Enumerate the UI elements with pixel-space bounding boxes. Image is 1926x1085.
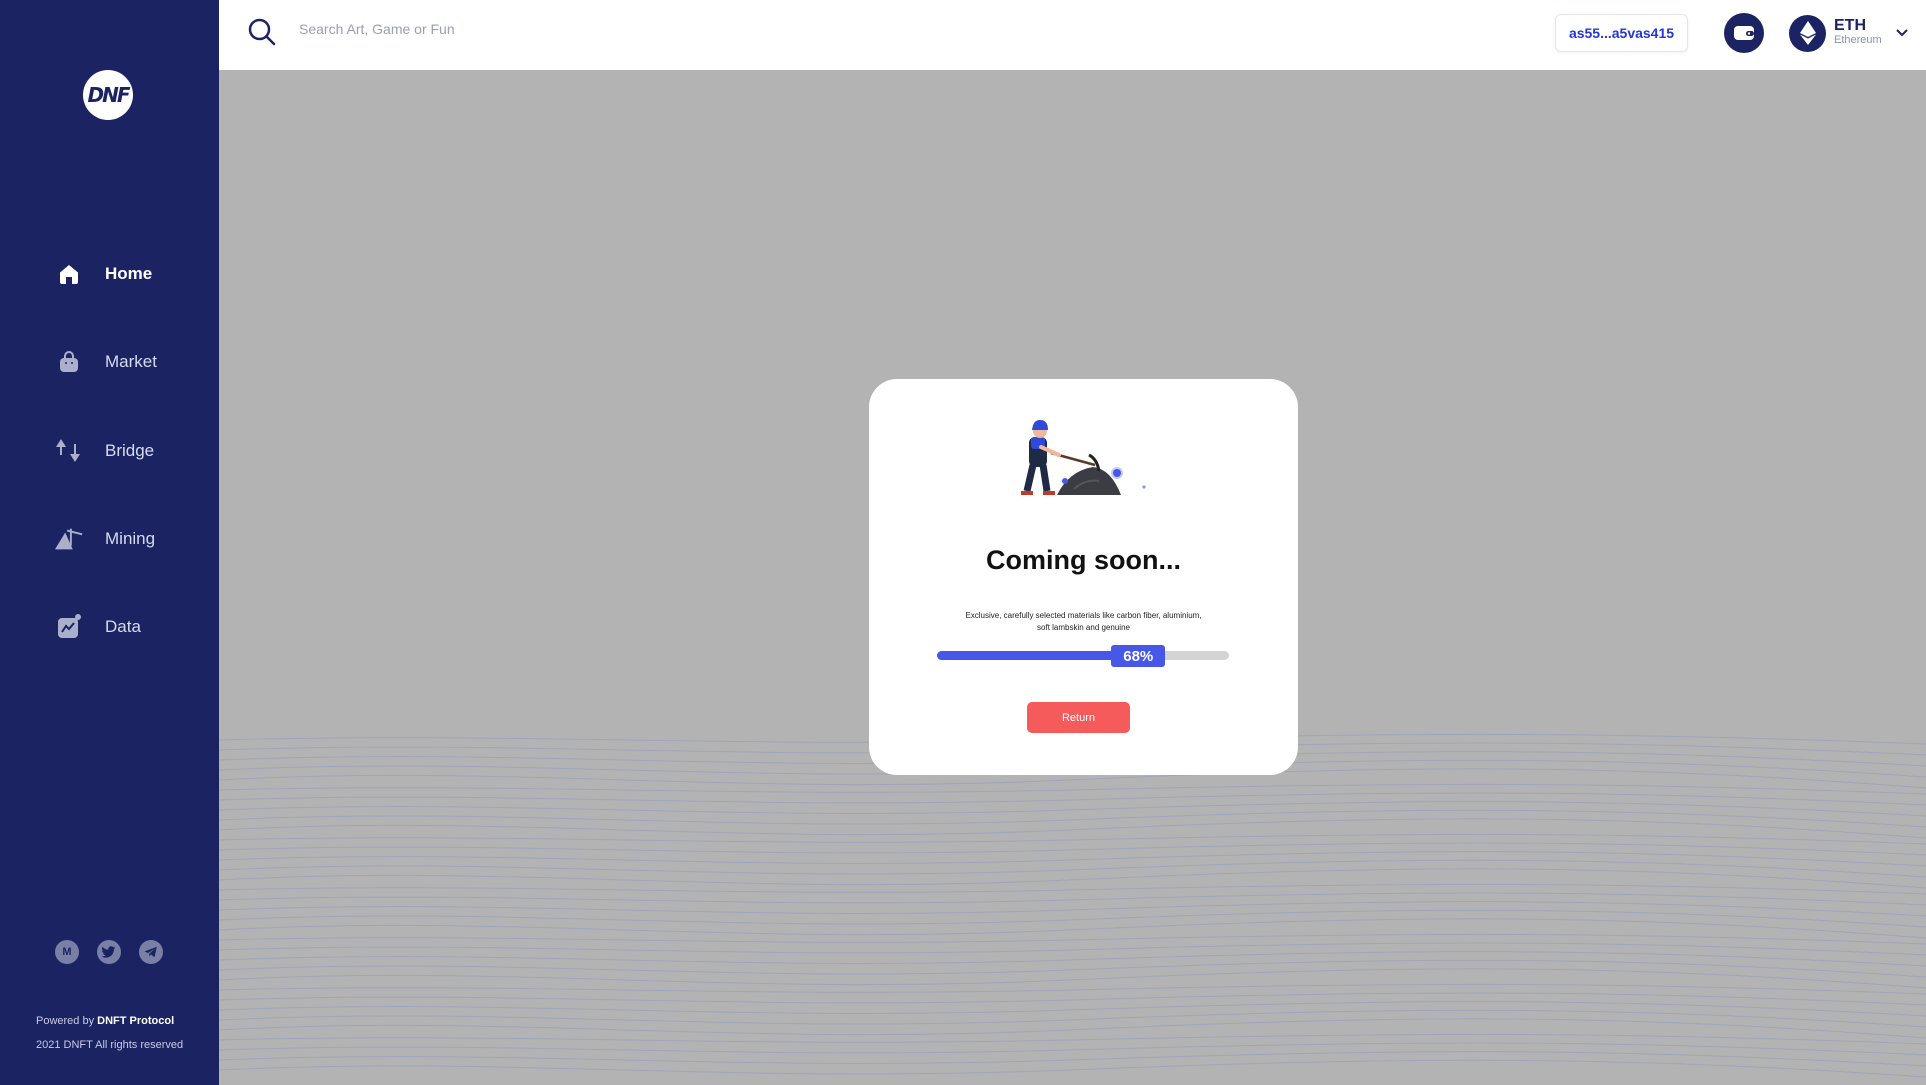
wave-line	[219, 842, 1926, 856]
sidebar-item-label: Data	[105, 617, 141, 636]
top-bar: as55...a5vas415 ETH Ethereum	[219, 0, 1926, 70]
wave-line	[219, 833, 1926, 845]
wave-lines-background	[219, 733, 1926, 1078]
wallet-icon[interactable]	[1724, 13, 1764, 53]
wave-line	[219, 918, 1926, 939]
wave-line	[219, 792, 1926, 806]
network-text: ETH Ethereum	[1834, 18, 1882, 48]
wave-line	[219, 818, 1926, 839]
mining-icon	[54, 524, 84, 554]
dnft-logo[interactable]: DNF	[83, 70, 133, 120]
wave-line	[219, 968, 1926, 989]
powered-prefix: Powered by	[36, 1015, 95, 1027]
home-icon	[54, 259, 84, 289]
main-content: Coming soon... Exclusive, carefully sele…	[219, 70, 1926, 1085]
sidebar-item-market[interactable]: Market	[54, 347, 157, 377]
wave-line	[219, 868, 1926, 889]
modal-title: Coming soon...	[986, 545, 1181, 575]
social-links: M	[55, 940, 163, 964]
telegram-icon[interactable]	[139, 940, 163, 964]
sidebar-item-label: Bridge	[105, 441, 155, 460]
twitter-icon[interactable]	[97, 940, 121, 964]
sidebar-item-label: Mining	[105, 529, 156, 548]
wave-line	[219, 992, 1926, 1006]
wave-line	[219, 1059, 1926, 1078]
copyright: 2021 DNFT All rights reserved	[36, 1039, 184, 1051]
modal-description: Exclusive, carefully selected materials …	[965, 611, 1202, 632]
wallet-address-button[interactable]: as55...a5vas415	[1555, 14, 1688, 52]
sidebar-footer: Powered by DNFT Protocol 2021 DNFT All r…	[36, 1009, 183, 1057]
sidebar-item-label: Market	[105, 352, 157, 371]
progress-fill	[937, 651, 1136, 660]
wave-line	[219, 859, 1926, 878]
wave-line	[219, 783, 1926, 795]
search-input[interactable]	[299, 17, 799, 41]
wave-line	[219, 909, 1926, 928]
progress-bar: 68%	[937, 645, 1229, 667]
progress-badge: 68%	[1111, 645, 1166, 667]
network-selector[interactable]: ETH Ethereum	[1789, 13, 1908, 53]
wave-line	[219, 983, 1926, 995]
wave-line	[219, 933, 1926, 945]
sidebar-item-label: Home	[105, 264, 153, 283]
wave-line	[219, 1018, 1926, 1039]
miner-illustration	[1021, 420, 1146, 495]
coming-soon-modal: Coming soon... Exclusive, carefully sele…	[869, 379, 1298, 775]
bag-icon	[54, 347, 84, 377]
medium-label: M	[62, 946, 72, 958]
powered-by: Powered by DNFT Protocol	[36, 1009, 183, 1033]
logo-text: DNF	[87, 83, 130, 107]
powered-brand[interactable]: DNFT Protocol	[97, 1015, 174, 1027]
return-button[interactable]: Return	[1027, 702, 1130, 733]
network-symbol: ETH	[1834, 17, 1866, 34]
wave-line	[219, 1009, 1926, 1028]
wave-line	[219, 959, 1926, 978]
wave-line	[219, 892, 1926, 906]
medium-icon[interactable]: M	[55, 940, 79, 964]
sidebar-item-bridge[interactable]: Bridge	[54, 436, 154, 466]
network-name: Ethereum	[1834, 34, 1882, 46]
wave-line	[219, 883, 1926, 895]
chevron-down-icon[interactable]	[1895, 24, 1908, 42]
sidebar: DNF Home Market Bridge Mining Data M Pow…	[0, 0, 219, 1085]
wave-line	[219, 942, 1926, 956]
sidebar-item-mining[interactable]: Mining	[54, 524, 155, 554]
search-icon[interactable]	[247, 17, 277, 47]
chart-icon	[54, 612, 84, 642]
bridge-icon	[54, 436, 84, 466]
wave-line	[219, 1033, 1926, 1045]
sidebar-item-data[interactable]: Data	[54, 612, 141, 642]
wave-line	[219, 809, 1926, 828]
ethereum-icon	[1789, 14, 1826, 52]
sidebar-item-home[interactable]: Home	[54, 259, 152, 289]
wave-line	[219, 1042, 1926, 1056]
